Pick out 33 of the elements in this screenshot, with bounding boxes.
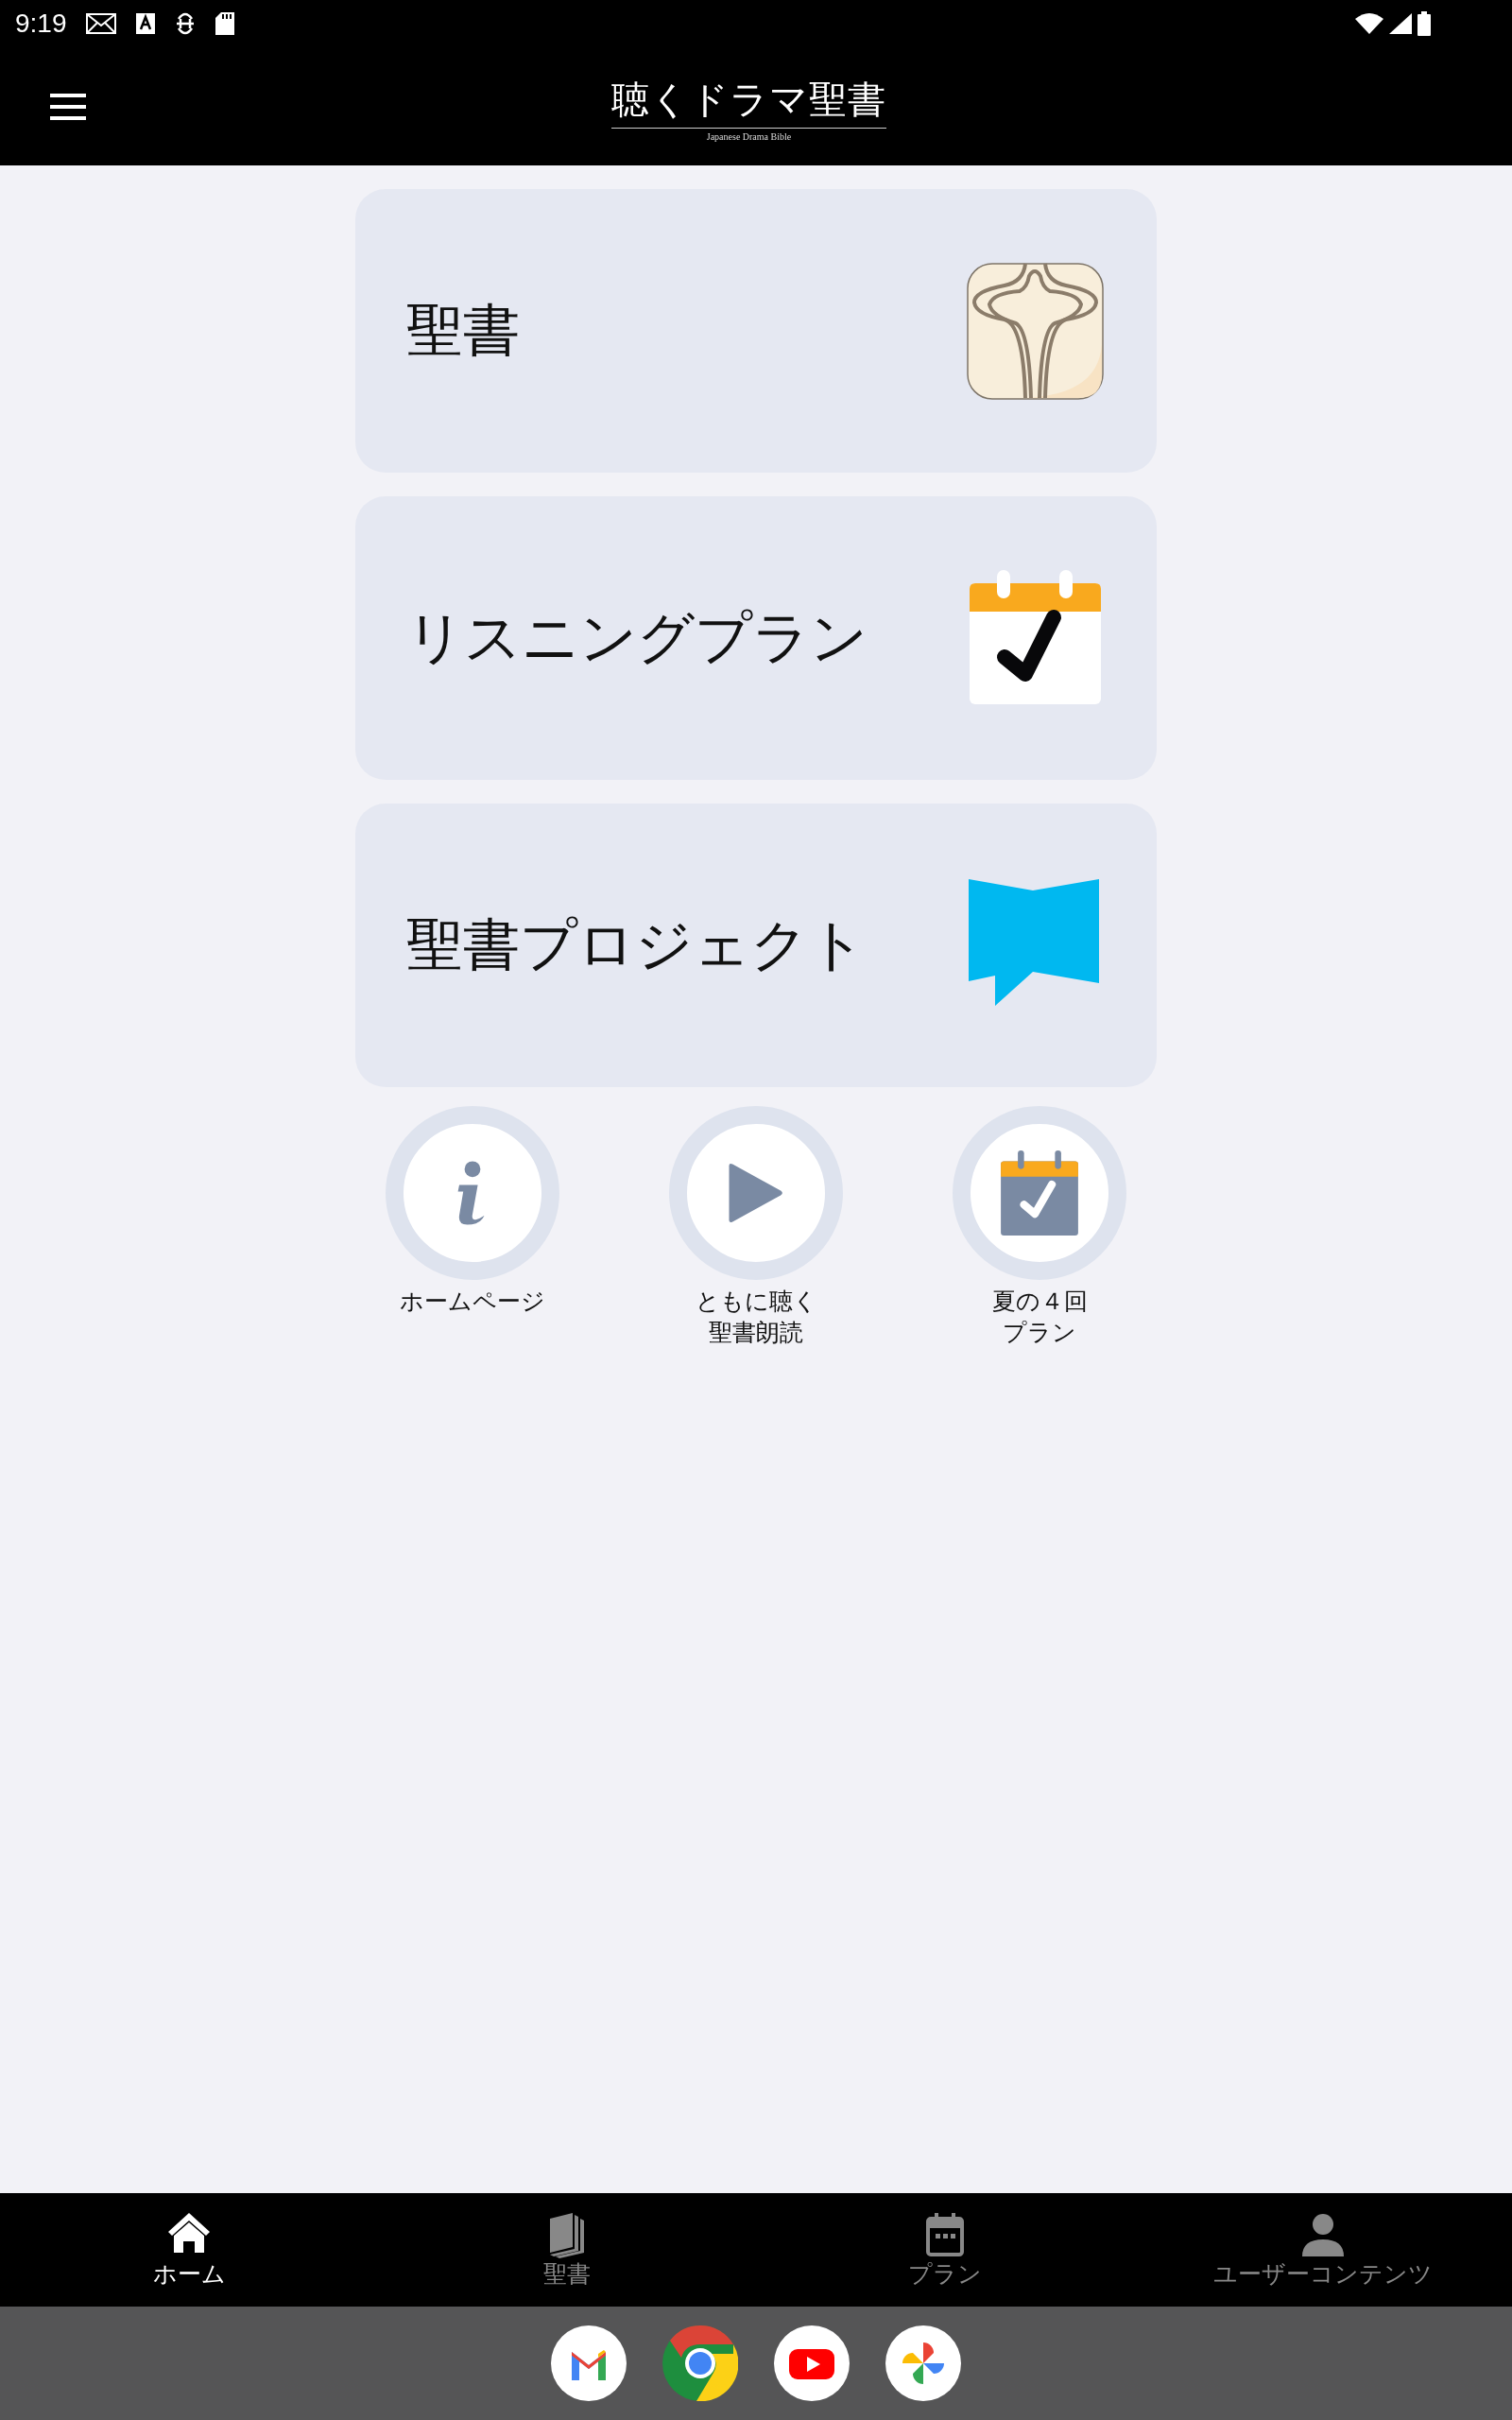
sd-card-icon <box>214 11 235 36</box>
menu-icon[interactable] <box>50 93 86 120</box>
nav-tab[interactable]: 聖書 <box>378 2193 756 2307</box>
card-title: 聖書プロジェクト <box>406 909 866 979</box>
shortcut-label: 聖書朗読 <box>709 1318 803 1348</box>
calendar-check-icon <box>1001 1150 1078 1236</box>
pinwheel-icon[interactable] <box>885 2325 961 2401</box>
nav-tab[interactable]: ユーザーコンテンツ <box>1134 2193 1512 2307</box>
bible-cross-icon <box>967 262 1104 400</box>
status-time: 9:19 <box>15 9 67 39</box>
mail-app-icon[interactable] <box>551 2325 627 2401</box>
nav-tab[interactable]: ホーム <box>0 2193 378 2307</box>
calendar-check-icon <box>967 569 1104 707</box>
play-icon <box>727 1163 785 1223</box>
shortcut-label: ホームページ <box>400 1287 545 1317</box>
browser-app-icon[interactable] <box>662 2325 738 2401</box>
mail-icon <box>85 13 116 34</box>
menu-card[interactable]: 聖書プロジェクト <box>355 804 1157 1087</box>
shortcut-label: プラン <box>1003 1318 1076 1348</box>
battery-icon <box>1418 11 1431 36</box>
app-logo-title: 聴くドラマ聖書 <box>611 74 886 129</box>
shortcut-label: ともに聴く <box>695 1287 817 1317</box>
nav-tab[interactable]: プラン <box>756 2193 1134 2307</box>
card-title: 聖書 <box>406 295 520 365</box>
wifi-icon <box>1355 13 1383 34</box>
menu-card[interactable]: リスニングプラン <box>355 496 1157 780</box>
video-app-icon[interactable] <box>774 2325 850 2401</box>
menu-card[interactable]: 聖書 <box>355 189 1157 473</box>
card-title: リスニングプラン <box>406 602 868 672</box>
app-logo-subtitle: Japanese Drama Bible <box>706 131 792 142</box>
keyboard-icon <box>134 12 156 35</box>
signal-icon <box>1389 13 1412 34</box>
shortcut-label: 夏の４回 <box>991 1287 1088 1317</box>
